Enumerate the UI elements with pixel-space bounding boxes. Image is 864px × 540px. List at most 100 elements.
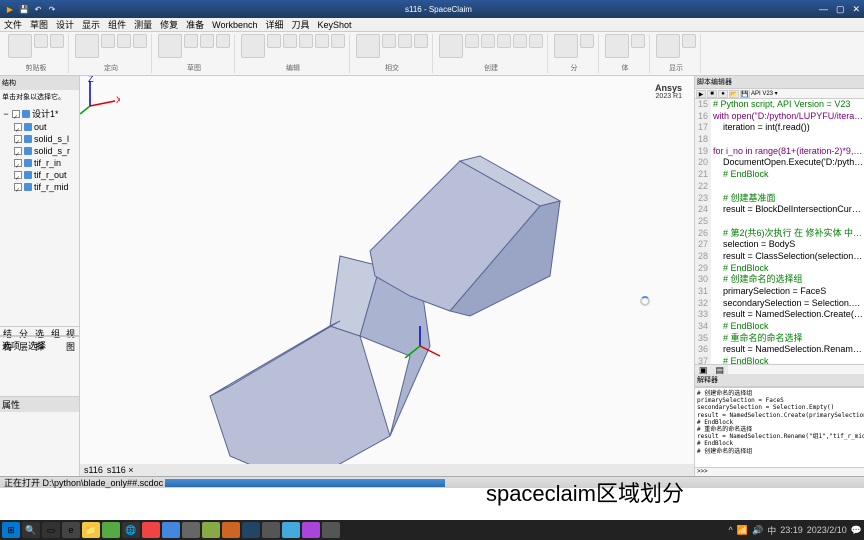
tray-notif-icon[interactable]: 💬 <box>851 525 862 536</box>
ribbon-button[interactable] <box>8 34 32 58</box>
checkbox[interactable] <box>14 159 22 167</box>
script-line[interactable]: 33 result = NamedSelection.Create(primar… <box>695 309 864 321</box>
tray-vol-icon[interactable]: 🔊 <box>752 525 763 536</box>
tree-item[interactable]: tif_r_in <box>2 157 77 169</box>
tray-date[interactable]: 2023/2/10 <box>807 525 847 535</box>
menu-workbench[interactable]: Workbench <box>212 20 257 30</box>
script-line[interactable]: 15# Python script, API Version = V23 <box>695 99 864 111</box>
tab-structure[interactable]: 结构 <box>0 327 16 335</box>
ribbon-button[interactable] <box>631 34 645 48</box>
ribbon-button[interactable] <box>331 34 345 48</box>
app-10[interactable] <box>302 522 320 538</box>
script-line[interactable]: 23 # 创建基准面 <box>695 193 864 205</box>
script-line[interactable]: 17 iteration = int(f.read()) <box>695 122 864 134</box>
checkbox[interactable] <box>14 183 22 191</box>
script-line[interactable]: 31 primarySelection = FaceS <box>695 286 864 298</box>
app-chrome[interactable]: 🌐 <box>122 522 140 538</box>
tree-root[interactable]: − 设计1* <box>2 106 77 121</box>
ribbon-button[interactable] <box>439 34 463 58</box>
script-line[interactable]: 27 selection = BodyS <box>695 239 864 251</box>
menu-sketch[interactable]: 草图 <box>30 18 48 31</box>
checkbox[interactable] <box>14 135 22 143</box>
menu-measure[interactable]: 测量 <box>134 18 152 31</box>
tree-item[interactable]: tif_r_out <box>2 169 77 181</box>
qat-undo-icon[interactable]: ↶ <box>32 3 44 15</box>
save-icon[interactable]: 💾 <box>740 90 750 98</box>
app-11[interactable] <box>322 522 340 538</box>
qat-save-icon[interactable]: 💾 <box>18 3 30 15</box>
ribbon-button[interactable] <box>497 34 511 48</box>
script-line[interactable]: 32 secondarySelection = Selection.Empty(… <box>695 298 864 310</box>
ribbon-button[interactable] <box>382 34 396 48</box>
run-icon[interactable]: ▶ <box>696 90 706 98</box>
script-editor[interactable]: 15# Python script, API Version = V2316wi… <box>695 99 864 364</box>
menu-design[interactable]: 设计 <box>56 18 74 31</box>
checkbox[interactable] <box>12 110 20 118</box>
tab-groups[interactable]: 组 <box>48 327 63 335</box>
script-line[interactable]: 24 result = BlockDelIntersectionCurves(N… <box>695 204 864 216</box>
tray-up-icon[interactable]: ^ <box>729 525 733 535</box>
tree-item[interactable]: solid_s_r <box>2 145 77 157</box>
script-line[interactable]: 34 # EndBlock <box>695 321 864 333</box>
ribbon-button[interactable] <box>299 34 313 48</box>
menu-display[interactable]: 显示 <box>82 18 100 31</box>
ribbon-button[interactable] <box>216 34 230 48</box>
tab-output[interactable]: ▤ <box>712 365 729 374</box>
tab-views[interactable]: 视图 <box>63 327 79 335</box>
ribbon-button[interactable] <box>398 34 412 48</box>
menu-detail[interactable]: 详细 <box>265 18 283 31</box>
tree-item[interactable]: solid_s_l <box>2 133 77 145</box>
ribbon-button[interactable] <box>529 34 543 48</box>
ribbon-button[interactable] <box>554 34 578 58</box>
ribbon-button[interactable] <box>356 34 380 58</box>
ribbon-button[interactable] <box>682 34 696 48</box>
app-4[interactable] <box>182 522 200 538</box>
ribbon-button[interactable] <box>200 34 214 48</box>
app-1[interactable] <box>102 522 120 538</box>
script-line[interactable]: 28 result = ClassSelection(selection,"f_… <box>695 251 864 263</box>
ribbon-button[interactable] <box>158 34 182 58</box>
script-line[interactable]: 35 # 重命名的命名选择 <box>695 333 864 345</box>
menu-tools[interactable]: 刀具 <box>292 18 310 31</box>
close-icon[interactable]: ✕ <box>852 4 860 15</box>
tab-select[interactable]: 选择 <box>32 327 48 335</box>
tree-item[interactable]: out <box>2 121 77 133</box>
app-9[interactable] <box>282 522 300 538</box>
script-line[interactable]: 20 DocumentOpen.Execute('D:/python/LUPYF… <box>695 157 864 169</box>
script-line[interactable]: 26 # 第2(共6)次执行 在 修补实体 中 壳体 <box>695 228 864 240</box>
script-line[interactable]: 21 # EndBlock <box>695 169 864 181</box>
maximize-icon[interactable]: ▢ <box>836 4 845 15</box>
record-icon[interactable]: ● <box>718 90 728 98</box>
app-2[interactable] <box>142 522 160 538</box>
checkbox[interactable] <box>14 123 22 131</box>
search-icon[interactable]: 🔍 <box>22 522 40 538</box>
app-5[interactable] <box>202 522 220 538</box>
menu-keyshot[interactable]: KeyShot <box>318 20 352 30</box>
ribbon-button[interactable] <box>117 34 131 48</box>
script-line[interactable]: 30 # 创建命名的选择组 <box>695 274 864 286</box>
ribbon-button[interactable] <box>580 34 594 48</box>
script-line[interactable]: 18 <box>695 134 864 146</box>
script-line[interactable]: 36 result = NamedSelection.Rename("组1","… <box>695 344 864 356</box>
script-line[interactable]: 16with open("D:/python/LUPYFU/iteration.… <box>695 111 864 123</box>
qat-play-icon[interactable]: ▶ <box>4 3 16 15</box>
console-input[interactable]: >>> <box>695 467 864 476</box>
system-tray[interactable]: ^ 📶 🔊 中 23:19 2023/2/10 💬 <box>729 524 862 537</box>
script-line[interactable]: 19for i_no in range(81+(iteration-2)*9,9… <box>695 146 864 158</box>
app-3[interactable] <box>162 522 180 538</box>
qat-redo-icon[interactable]: ↷ <box>46 3 58 15</box>
ribbon-button[interactable] <box>414 34 428 48</box>
menu-assembly[interactable]: 组件 <box>108 18 126 31</box>
app-edge[interactable]: e <box>62 522 80 538</box>
ribbon-button[interactable] <box>481 34 495 48</box>
stop-icon[interactable]: ■ <box>707 90 717 98</box>
3d-viewport[interactable]: Ansys 2023 R1 X Z s116 s116 × <box>80 76 694 476</box>
ribbon-button[interactable] <box>241 34 265 58</box>
collapse-icon[interactable]: − <box>2 109 10 119</box>
app-8[interactable] <box>262 522 280 538</box>
script-line[interactable]: 29 # EndBlock <box>695 263 864 275</box>
tray-time[interactable]: 23:19 <box>780 525 803 535</box>
ribbon-button[interactable] <box>267 34 281 48</box>
view-triad-icon[interactable]: X Z <box>80 76 120 116</box>
tray-net-icon[interactable]: 📶 <box>737 525 748 536</box>
